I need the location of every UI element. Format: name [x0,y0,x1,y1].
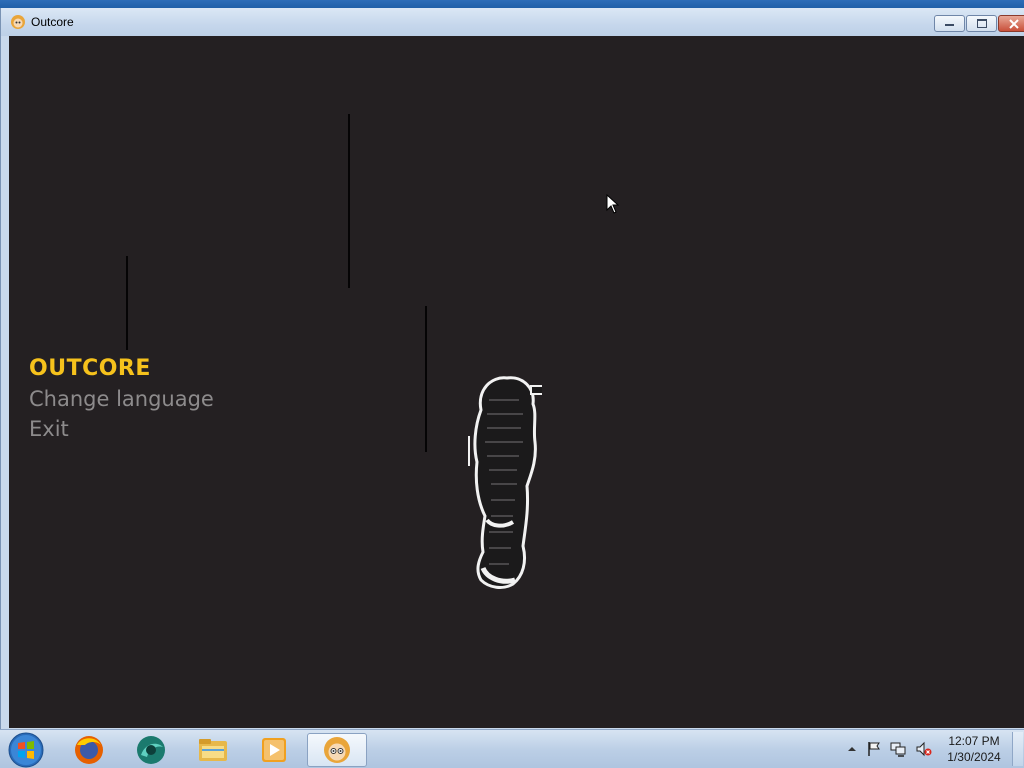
volume-muted-icon[interactable] [916,740,932,758]
taskbar-clock[interactable]: 12:07 PM 1/30/2024 [940,733,1008,765]
windows-start-icon[interactable] [7,731,45,768]
window-title: Outcore [31,15,74,29]
maximize-button[interactable] [966,15,997,32]
character-sprite [468,376,542,589]
outcore-taskbar-icon [324,737,350,763]
clock-date: 1/30/2024 [947,750,1001,764]
menu-option-change-language[interactable]: Change language [29,384,214,414]
show-desktop-button[interactable] [1012,732,1023,766]
menu-option-outcore[interactable]: OUTCORE [29,354,214,384]
rain-streak [425,306,427,452]
media-player-icon[interactable] [252,733,296,767]
network-icon[interactable] [890,740,906,758]
firefox-icon[interactable] [67,733,111,767]
rain-streak [126,256,128,350]
desktop-screen: Outcore OUTCORE Change language Exit 12:… [0,0,1024,768]
minimize-button[interactable] [934,15,965,32]
main-menu: OUTCORE Change language Exit [29,354,214,444]
close-icon [1008,19,1019,29]
window-titlebar[interactable]: Outcore [1,8,1024,36]
close-button[interactable] [998,15,1024,32]
show-hidden-icons-icon[interactable] [844,740,860,758]
maximize-icon [976,19,987,28]
app-circle-icon[interactable] [129,733,173,767]
action-center-flag-icon[interactable] [866,740,882,758]
outcore-taskbar-button[interactable] [307,733,367,767]
game-viewport[interactable]: OUTCORE Change language Exit [9,36,1024,728]
clock-time: 12:07 PM [948,734,1000,748]
taskbar: 12:07 PM 1/30/2024 [0,729,1024,768]
minimize-icon [945,24,954,26]
desktop-background [0,0,1024,8]
outcore-window: Outcore OUTCORE Change language Exit [0,8,1024,729]
file-explorer-icon[interactable] [191,733,235,767]
rain-streak [348,114,350,288]
mouse-cursor-icon [606,194,620,214]
menu-option-exit[interactable]: Exit [29,414,214,444]
outcore-app-icon[interactable] [10,14,26,30]
